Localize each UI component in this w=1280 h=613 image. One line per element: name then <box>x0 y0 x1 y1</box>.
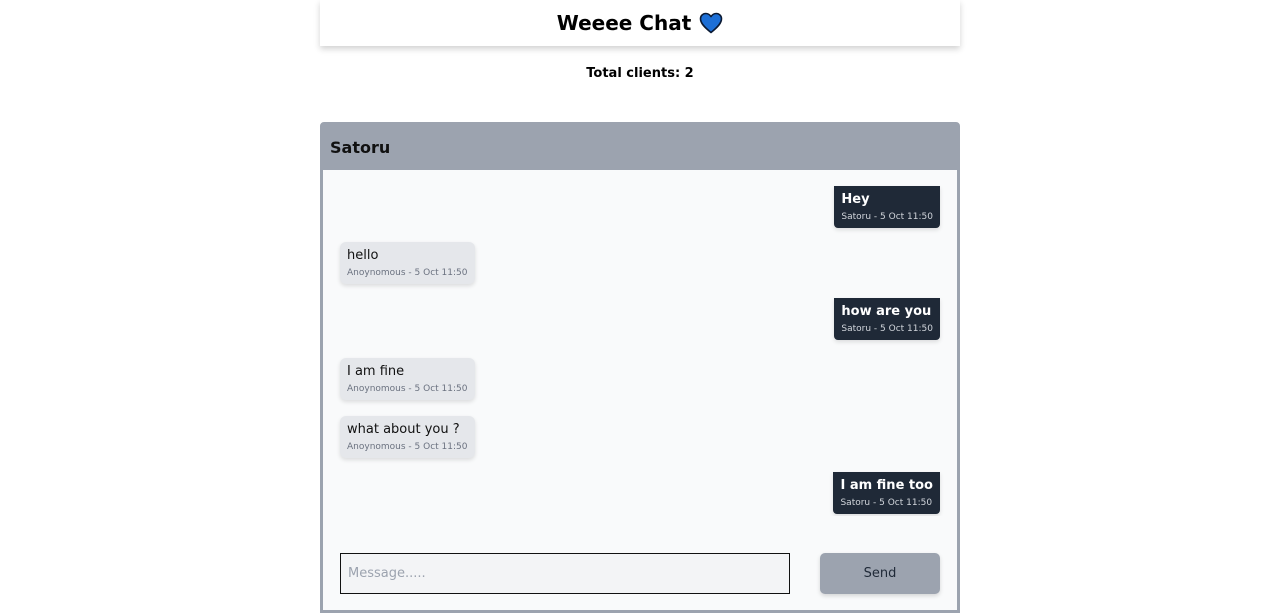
message-text: Hey <box>841 192 870 207</box>
message-meta: Satoru - 5 Oct 11:50 <box>841 212 933 222</box>
message-list[interactable]: Hey Satoru - 5 Oct 11:50 hello Anoynomou… <box>323 170 957 516</box>
total-clients-count: Total clients: 2 <box>586 66 694 81</box>
message-meta: Anoynomous - 5 Oct 11:50 <box>347 442 468 452</box>
message-meta: Anoynomous - 5 Oct 11:50 <box>347 268 468 278</box>
chat-window: Satoru Hey Satoru - 5 Oct 11:50 hello An… <box>320 122 960 613</box>
message-meta: Satoru - 5 Oct 11:50 <box>841 324 933 334</box>
message-meta: Satoru - 5 Oct 11:50 <box>840 498 933 508</box>
blue-heart-icon <box>699 12 723 34</box>
send-button[interactable]: Send <box>820 553 940 594</box>
message-bubble-sent: I am fine too Satoru - 5 Oct 11:50 <box>833 472 940 514</box>
chat-header: Satoru <box>323 125 957 170</box>
message-text: hello <box>347 248 379 263</box>
message-text: what about you ? <box>347 422 460 437</box>
message-bubble-received: I am fine Anoynomous - 5 Oct 11:50 <box>340 358 475 400</box>
message-bubble-received: what about you ? Anoynomous - 5 Oct 11:5… <box>340 416 475 458</box>
message-text: I am fine <box>347 364 405 379</box>
app-header: Weeee Chat <box>320 0 960 46</box>
message-bubble-sent: how are you Satoru - 5 Oct 11:50 <box>834 298 940 340</box>
message-text: how are you <box>841 304 932 319</box>
message-bubble-sent: Hey Satoru - 5 Oct 11:50 <box>834 186 940 228</box>
message-bubble-received: hello Anoynomous - 5 Oct 11:50 <box>340 242 475 284</box>
message-meta: Anoynomous - 5 Oct 11:50 <box>347 384 468 394</box>
message-text: I am fine too <box>840 478 933 493</box>
chat-partner-name: Satoru <box>330 138 391 157</box>
message-input[interactable] <box>340 553 790 594</box>
app-title: Weeee Chat <box>556 11 692 35</box>
